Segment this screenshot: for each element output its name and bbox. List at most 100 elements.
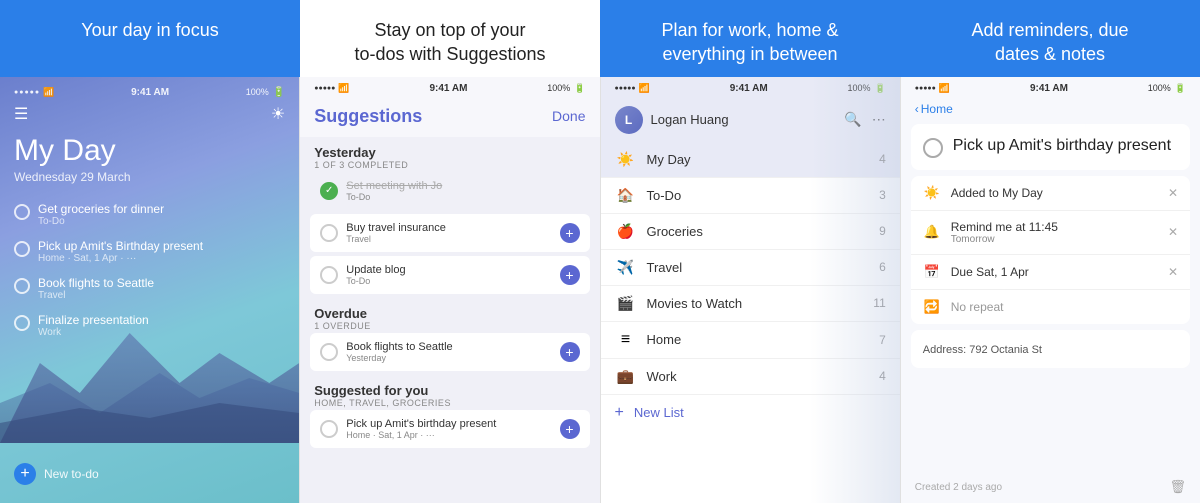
add-button[interactable]: +	[560, 265, 580, 285]
add-button[interactable]: +	[560, 419, 580, 439]
myday-date: Wednesday 29 March	[14, 170, 285, 184]
section-title: Yesterday	[314, 145, 585, 160]
list-count: 4	[879, 152, 886, 166]
done-button[interactable]: Done	[552, 108, 585, 124]
task-list-1: Get groceries for dinner To-Do Pick up A…	[14, 202, 285, 455]
panel1-label: Your day in focus	[0, 0, 300, 77]
panel-suggestions: ●●●●● 📶 9:41 AM 100% 🔋 Suggestions Done	[299, 77, 599, 503]
list-row-movies[interactable]: 🎬 Movies to Watch 11	[601, 286, 900, 322]
list-header: L Logan Huang 🔍 ⋯	[601, 98, 900, 142]
suggestion-sub: Yesterday	[346, 353, 559, 363]
task-item[interactable]: Book flights to Seattle Travel	[14, 276, 285, 301]
groceries-icon: 🍎	[615, 223, 637, 240]
repeat-row[interactable]: 🔁 No repeat	[911, 290, 1190, 324]
address-row: Address: 792 Octania St	[911, 330, 1190, 368]
nav-bar-4: ‹ Home	[901, 98, 1200, 124]
task-sub: Work	[38, 327, 285, 338]
search-icon[interactable]: 🔍	[844, 111, 861, 128]
signal-dots-4: ●●●●●	[915, 85, 936, 92]
list-name: My Day	[647, 152, 880, 167]
chevron-left-icon: ‹	[915, 102, 919, 116]
status-bar-2: ●●●●● 📶 9:41 AM 100% 🔋	[300, 77, 599, 98]
task-circle	[320, 224, 338, 242]
list-row-todo[interactable]: 🏠 To-Do 3	[601, 178, 900, 214]
list-row-work[interactable]: 💼 Work 4	[601, 359, 900, 395]
user-avatar: L	[615, 106, 643, 134]
due-date-row[interactable]: 📅 Due Sat, 1 Apr ✕	[911, 255, 1190, 290]
close-icon[interactable]: ✕	[1168, 186, 1178, 200]
list-name: Groceries	[647, 224, 880, 239]
task-sub: Home · Sat, 1 Apr · ···	[38, 253, 285, 264]
status-bar-3: ●●●●● 📶 9:41 AM 100% 🔋	[601, 77, 900, 98]
added-to-myday-row[interactable]: ☀️ Added to My Day ✕	[911, 176, 1190, 211]
task-item[interactable]: Finalize presentation Work	[14, 313, 285, 338]
list-row-home[interactable]: ≡ Home 7	[601, 322, 900, 359]
list-name: Travel	[647, 260, 880, 275]
wifi-icon-2: 📶	[338, 83, 349, 94]
back-button[interactable]: ‹ Home	[915, 102, 953, 116]
detail-options: ☀️ Added to My Day ✕ 🔔 Remind me at 11:4…	[911, 176, 1190, 324]
task-circle	[320, 266, 338, 284]
status-bar-1: ●●●●● 📶 9:41 AM 100% 🔋	[14, 87, 285, 98]
task-circle-detail[interactable]	[923, 138, 943, 158]
list-count: 3	[879, 188, 886, 202]
list-count: 9	[879, 224, 886, 238]
suggestion-item[interactable]: Buy travel insurance Travel +	[310, 214, 589, 252]
menu-icon[interactable]: ☰	[14, 104, 28, 124]
list-items: ☀️ My Day 4 🏠 To-Do 3 🍎 Groceries 9	[601, 142, 900, 503]
panel-myday: ●●●●● 📶 9:41 AM 100% 🔋 ☰ ☀ My Day Wednes…	[0, 77, 299, 503]
back-label: Home	[921, 102, 953, 116]
suggestion-name: Buy travel insurance	[346, 222, 559, 234]
panel3-label: Plan for work, home & everything in betw…	[600, 0, 900, 77]
battery-icon-2: 🔋	[574, 83, 585, 94]
task-detail-main: Pick up Amit's birthday present	[911, 124, 1190, 170]
suggestion-name: Book flights to Seattle	[346, 341, 559, 353]
new-list-row[interactable]: + New List	[601, 395, 900, 431]
signal-dots-3: ●●●●●	[615, 85, 636, 92]
list-count: 4	[879, 369, 886, 383]
list-name: Home	[647, 332, 880, 347]
add-button[interactable]: +	[560, 223, 580, 243]
panel2-label: Stay on top of your to-dos with Suggesti…	[300, 0, 600, 77]
close-icon[interactable]: ✕	[1168, 225, 1178, 239]
close-icon[interactable]: ✕	[1168, 265, 1178, 279]
task-name: Finalize presentation	[38, 313, 285, 327]
task-item[interactable]: Pick up Amit's Birthday present Home · S…	[14, 239, 285, 264]
home-icon: ≡	[615, 331, 637, 349]
task-circle	[320, 343, 338, 361]
add-button[interactable]: +	[560, 342, 580, 362]
reminder-row[interactable]: 🔔 Remind me at 11:45 Tomorrow ✕	[911, 211, 1190, 255]
section-title: Suggested for you	[314, 383, 585, 398]
task-name: Get groceries for dinner	[38, 202, 285, 216]
battery-icon-1: 🔋	[273, 87, 285, 98]
new-todo-button[interactable]: + New to-do	[14, 455, 285, 493]
due-date-text: Due Sat, 1 Apr	[951, 265, 1168, 279]
suggestion-item[interactable]: Update blog To-Do +	[310, 256, 589, 294]
status-time-3: 9:41 AM	[730, 83, 768, 94]
task-item[interactable]: Get groceries for dinner To-Do	[14, 202, 285, 227]
suggestion-sub: To-Do	[346, 192, 579, 202]
list-row-groceries[interactable]: 🍎 Groceries 9	[601, 214, 900, 250]
suggestion-item[interactable]: ✓ Set meeting with Jo To-Do	[310, 172, 589, 210]
suggestion-item[interactable]: Book flights to Seattle Yesterday +	[310, 333, 589, 371]
task-circle	[320, 420, 338, 438]
address-text: Address: 792 Octania St	[923, 344, 1042, 356]
suggestion-item[interactable]: Pick up Amit's birthday present Home · S…	[310, 410, 589, 448]
suggestion-sub: Travel	[346, 234, 559, 244]
task-circle	[14, 278, 30, 294]
trash-icon[interactable]: 🗑	[1169, 479, 1186, 495]
myday-title: My Day	[14, 134, 285, 168]
reminder-text: Remind me at 11:45	[951, 220, 1058, 234]
user-name: Logan Huang	[651, 112, 845, 127]
list-row-travel[interactable]: ✈️ Travel 6	[601, 250, 900, 286]
task-title-detail: Pick up Amit's birthday present	[953, 136, 1171, 157]
suggestions-title: Suggestions	[314, 106, 422, 127]
section-subtitle: 1 OVERDUE	[314, 321, 585, 331]
brightness-icon[interactable]: ☀	[271, 104, 285, 124]
list-row-myday[interactable]: ☀️ My Day 4	[601, 142, 900, 178]
more-icon[interactable]: ⋯	[872, 111, 886, 128]
battery-3: 100%	[848, 83, 871, 93]
created-text: Created 2 days ago	[915, 482, 1002, 493]
list-count: 7	[879, 333, 886, 347]
bell-icon: 🔔	[923, 224, 941, 240]
